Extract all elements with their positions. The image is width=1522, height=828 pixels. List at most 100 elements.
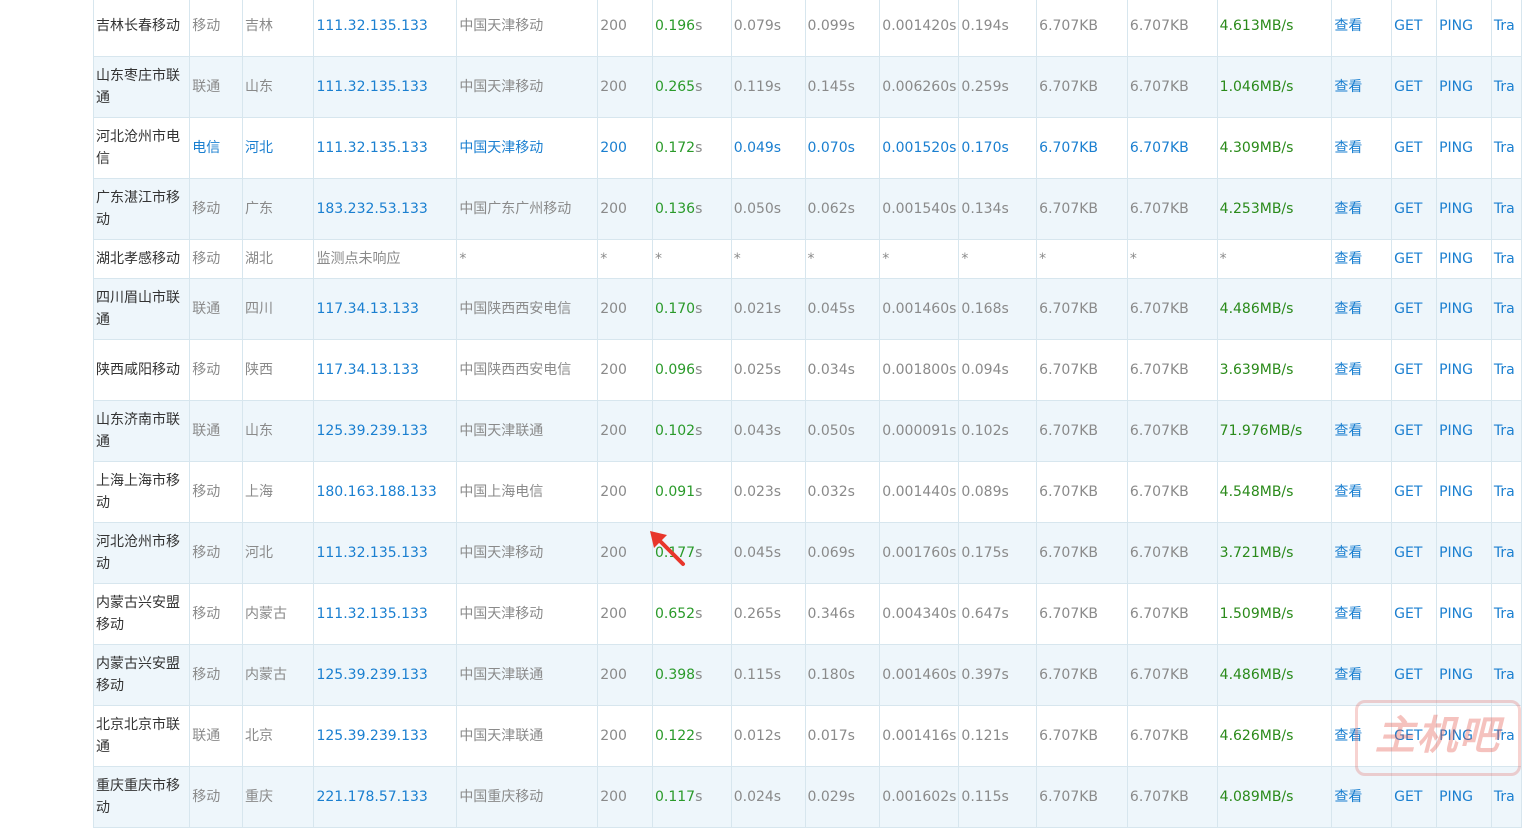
connect-time-cell: 0.045s (804, 278, 881, 340)
total-time-cell: 0.398s (651, 644, 732, 706)
view-link[interactable]: 查看 (1331, 583, 1393, 645)
view-link[interactable]: 查看 (1331, 117, 1393, 179)
total-time-value: 0.102 (654, 423, 696, 439)
location-cell: 中国天津联通 (456, 400, 599, 462)
ping-link[interactable]: PING (1436, 117, 1492, 179)
total-time-unit: s (695, 140, 703, 156)
traceroute-link[interactable]: Tra (1490, 178, 1522, 240)
view-link[interactable]: 查看 (1331, 278, 1393, 340)
ip-cell: 111.32.135.133 (313, 56, 458, 118)
location-cell: 中国广东广州移动 (456, 178, 599, 240)
total-time-unit: s (695, 545, 703, 561)
get-link[interactable]: GET (1391, 461, 1438, 523)
total-time-cell: 0.652s (651, 583, 732, 645)
traceroute-link[interactable]: Tra (1490, 583, 1522, 645)
table-row: 陕西咸阳移动 移动 陕西 117.34.13.133 中国陕西西安电信 200 0.096s… (92, 339, 1522, 401)
ping-link[interactable]: PING (1436, 178, 1492, 240)
total-time-unit: s (695, 789, 703, 805)
ping-link[interactable]: PING (1436, 239, 1492, 279)
get-link[interactable]: GET (1391, 644, 1438, 706)
province-cell: 河北 (241, 522, 315, 584)
first-byte-cell: 0.115s (958, 766, 1038, 828)
ping-link[interactable]: PING (1436, 56, 1492, 118)
download-time-cell: 0.001416s (879, 705, 960, 767)
download-size-cell: 6.707KB (1126, 117, 1218, 179)
traceroute-link[interactable]: Tra (1490, 461, 1522, 523)
ping-link[interactable]: PING (1436, 583, 1492, 645)
isp-cell: 电信 (189, 117, 243, 179)
traceroute-link[interactable]: Tra (1490, 400, 1522, 462)
node-cell: 河北沧州市电信 (92, 117, 191, 179)
get-link[interactable]: GET (1391, 178, 1438, 240)
download-size-cell: 6.707KB (1126, 0, 1218, 57)
view-link[interactable]: 查看 (1331, 56, 1393, 118)
total-time-unit: s (695, 79, 703, 95)
get-link[interactable]: GET (1391, 400, 1438, 462)
results-table-body: 吉林长春移动 移动 吉林 111.32.135.133 中国天津移动 200 0.196s 0… (92, 0, 1522, 828)
get-link[interactable]: GET (1391, 339, 1438, 401)
view-link[interactable]: 查看 (1331, 239, 1393, 279)
traceroute-link[interactable]: Tra (1490, 339, 1522, 401)
traceroute-link[interactable]: Tra (1490, 278, 1522, 340)
dns-time-cell: 0.012s (730, 705, 806, 767)
table-row: 湖北孝感移动 移动 湖北 监测点未响应 * * * * * * * * * * 查看 GET PING Tra (92, 239, 1522, 279)
table-row: 四川眉山市联通 联通 四川 117.34.13.133 中国陕西西安电信 200 0.170… (92, 278, 1522, 340)
get-link[interactable]: GET (1391, 56, 1438, 118)
connect-time-cell: 0.099s (804, 0, 881, 57)
isp-cell: 移动 (189, 239, 243, 279)
size-cell: 6.707KB (1036, 705, 1128, 767)
view-link[interactable]: 查看 (1331, 178, 1393, 240)
ip-cell: 125.39.239.133 (313, 644, 458, 706)
view-link[interactable]: 查看 (1331, 644, 1393, 706)
ip-cell: 111.32.135.133 (313, 0, 458, 57)
ping-link[interactable]: PING (1436, 522, 1492, 584)
speed-cell: 1.509MB/s (1216, 583, 1333, 645)
get-link[interactable]: GET (1391, 117, 1438, 179)
first-byte-cell: 0.194s (958, 0, 1038, 57)
first-byte-cell: 0.259s (958, 56, 1038, 118)
ping-link[interactable]: PING (1436, 278, 1492, 340)
traceroute-link[interactable]: Tra (1490, 239, 1522, 279)
view-link[interactable]: 查看 (1331, 339, 1393, 401)
traceroute-link[interactable]: Tra (1490, 522, 1522, 584)
get-link[interactable]: GET (1391, 522, 1438, 584)
get-link[interactable]: GET (1391, 583, 1438, 645)
province-cell: 陕西 (241, 339, 315, 401)
province-cell: 重庆 (241, 766, 315, 828)
ping-link[interactable]: PING (1436, 644, 1492, 706)
province-cell: 四川 (241, 278, 315, 340)
total-time-unit: s (695, 18, 703, 34)
total-time-unit: s (695, 201, 703, 217)
ping-link[interactable]: PING (1436, 339, 1492, 401)
size-cell: 6.707KB (1036, 278, 1128, 340)
get-link[interactable]: GET (1391, 278, 1438, 340)
traceroute-link[interactable]: Tra (1490, 117, 1522, 179)
ping-link[interactable]: PING (1436, 400, 1492, 462)
traceroute-link[interactable]: Tra (1490, 56, 1522, 118)
location-cell: 中国天津移动 (456, 0, 599, 57)
download-size-cell: 6.707KB (1126, 705, 1218, 767)
first-byte-cell: * (958, 239, 1038, 279)
location-cell: 中国上海电信 (456, 461, 599, 523)
traceroute-link[interactable]: Tra (1490, 0, 1522, 57)
first-byte-cell: 0.170s (958, 117, 1038, 179)
connect-time-cell: 0.062s (804, 178, 881, 240)
download-size-cell: * (1126, 239, 1218, 279)
get-link[interactable]: GET (1391, 0, 1438, 57)
ping-link[interactable]: PING (1436, 461, 1492, 523)
download-time-cell: 0.001460s (879, 644, 960, 706)
location-cell: 中国天津移动 (456, 522, 599, 584)
view-link[interactable]: 查看 (1331, 461, 1393, 523)
view-link[interactable]: 查看 (1331, 522, 1393, 584)
traceroute-link[interactable]: Tra (1490, 644, 1522, 706)
size-cell: 6.707KB (1036, 56, 1128, 118)
view-link[interactable]: 查看 (1331, 0, 1393, 57)
ping-link[interactable]: PING (1436, 0, 1492, 57)
province-cell: 山东 (241, 56, 315, 118)
download-size-cell: 6.707KB (1126, 278, 1218, 340)
get-link[interactable]: GET (1391, 239, 1438, 279)
view-link[interactable]: 查看 (1331, 400, 1393, 462)
ip-cell: 125.39.239.133 (313, 705, 458, 767)
ip-cell: 183.232.53.133 (313, 178, 458, 240)
isp-cell: 移动 (189, 766, 243, 828)
